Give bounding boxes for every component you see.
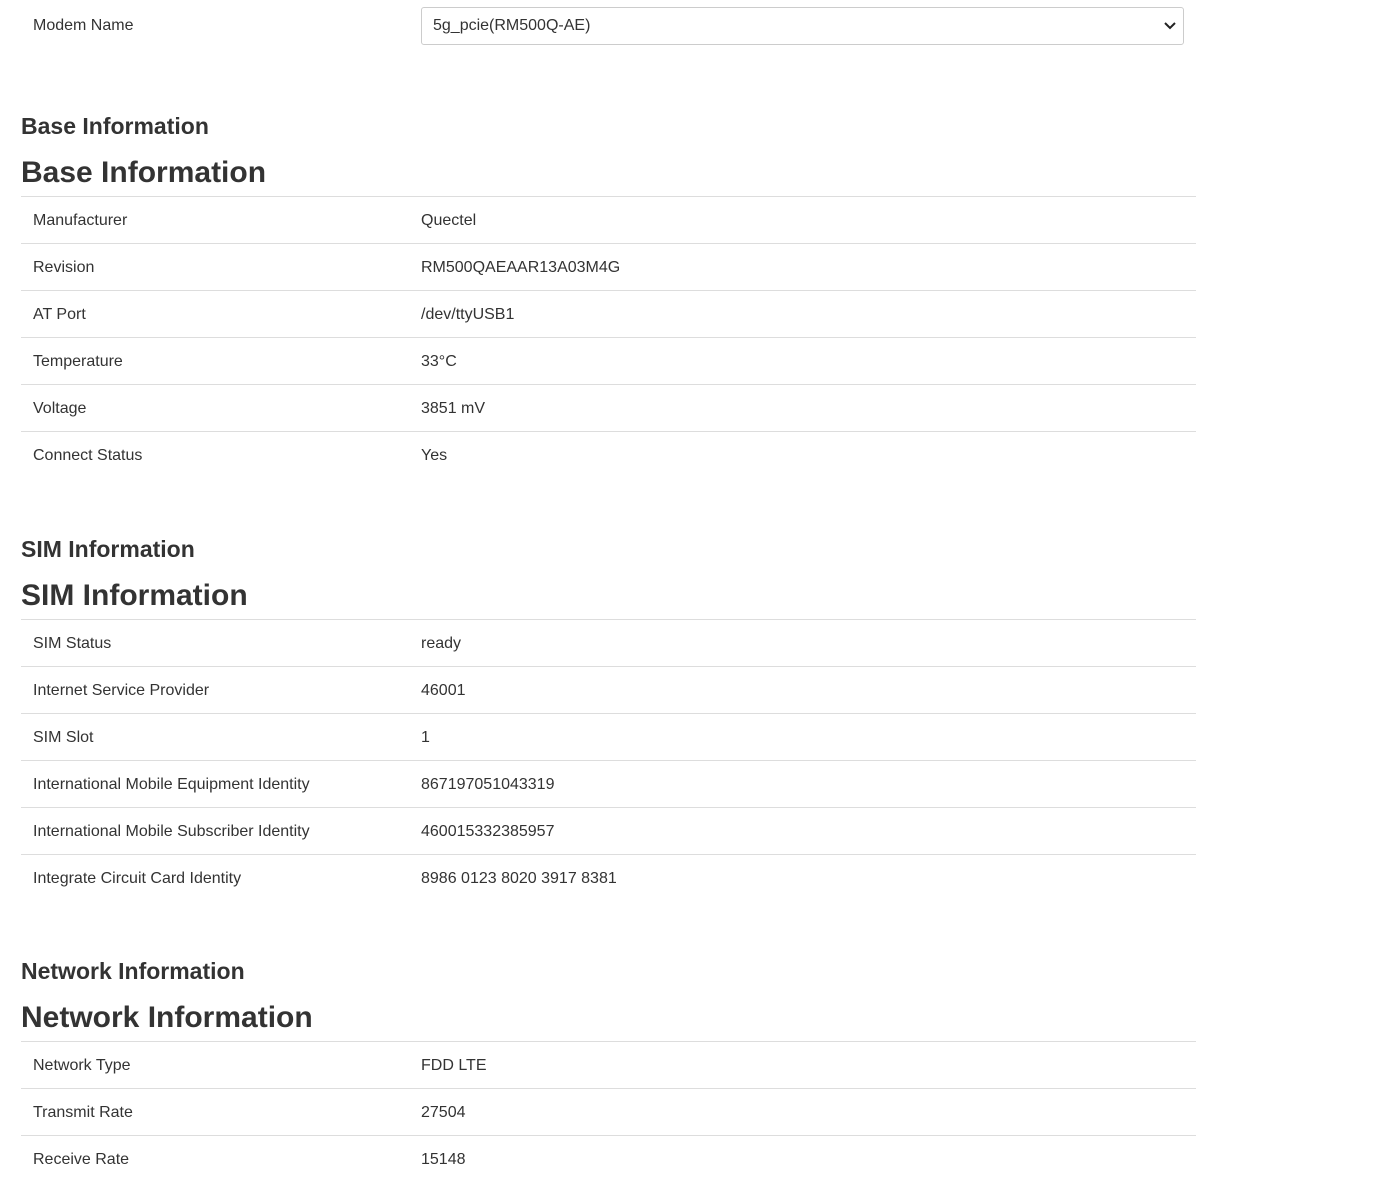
base-information-heading: Base Information [21, 113, 209, 139]
row-label: SIM Slot [33, 729, 94, 746]
table-row: International Mobile Equipment Identity … [21, 761, 1196, 808]
network-information-section: Network Information Network Information … [21, 957, 1196, 1187]
sim-information-title: SIM Information [21, 579, 248, 612]
sim-information-heading: SIM Information [21, 536, 195, 562]
table-row: SIM Status ready [21, 620, 1196, 667]
row-label: Receive Rate [33, 1151, 130, 1168]
table-row: International Mobile Subscriber Identity… [21, 808, 1196, 855]
row-value: Yes [421, 447, 448, 464]
row-label: International Mobile Subscriber Identity [33, 823, 310, 840]
row-label: Manufacturer [33, 212, 128, 229]
row-label: SIM Status [33, 635, 112, 652]
row-value: 8986 0123 8020 3917 8381 [421, 870, 617, 887]
row-label: Transmit Rate [33, 1104, 133, 1121]
row-value: Quectel [421, 212, 477, 229]
row-label: Integrate Circuit Card Identity [33, 870, 242, 887]
base-information-title: Base Information [21, 156, 267, 189]
row-label: AT Port [33, 306, 86, 323]
row-label: Internet Service Provider [33, 682, 210, 699]
table-row: Integrate Circuit Card Identity 8986 012… [21, 855, 1196, 902]
sim-information-table: SIM Status ready Internet Service Provid… [21, 619, 1196, 902]
row-value: FDD LTE [421, 1057, 487, 1074]
base-information-table: Manufacturer Quectel Revision RM500QAEAA… [21, 196, 1196, 479]
row-value: 867197051043319 [421, 776, 555, 793]
table-row: Transmit Rate 27504 [21, 1089, 1196, 1136]
row-value: 460015332385957 [421, 823, 555, 840]
modem-name-selected-value: 5g_pcie(RM500Q-AE) [433, 17, 591, 34]
table-row: Receive Rate 15148 [21, 1136, 1196, 1183]
table-row: Revision RM500QAEAAR13A03M4G [21, 244, 1196, 291]
row-value: /dev/ttyUSB1 [421, 306, 515, 323]
row-value: 33°C [421, 353, 457, 370]
table-row: Voltage 3851 mV [21, 385, 1196, 432]
table-row: Temperature 33°C [21, 338, 1196, 385]
table-row: Connect Status Yes [21, 432, 1196, 479]
table-row: Network Type FDD LTE [21, 1042, 1196, 1089]
network-information-table: Network Type FDD LTE Transmit Rate 27504… [21, 1041, 1196, 1183]
table-row: AT Port /dev/ttyUSB1 [21, 291, 1196, 338]
table-row: SIM Slot 1 [21, 714, 1196, 761]
row-value: 3851 mV [421, 400, 486, 417]
row-label: Voltage [33, 400, 87, 417]
modem-name-select[interactable]: 5g_pcie(RM500Q-AE) [421, 7, 1184, 45]
table-row: Manufacturer Quectel [21, 197, 1196, 244]
row-value: ready [421, 635, 462, 652]
modem-name-label: Modem Name [33, 17, 134, 34]
network-information-title: Network Information [21, 1001, 313, 1034]
row-label: Connect Status [33, 447, 143, 464]
row-value: RM500QAEAAR13A03M4G [421, 259, 621, 276]
row-value: 1 [421, 729, 430, 746]
row-value: 46001 [421, 682, 466, 699]
chevron-down-icon [1164, 22, 1176, 30]
modem-name-row: Modem Name 5g_pcie(RM500Q-AE) [21, 7, 1196, 45]
row-label: Revision [33, 259, 95, 276]
row-label: Temperature [33, 353, 123, 370]
table-row: Internet Service Provider 46001 [21, 667, 1196, 714]
sim-information-section: SIM Information SIM Information SIM Stat… [21, 535, 1196, 907]
network-information-heading: Network Information [21, 958, 245, 984]
row-value: 15148 [421, 1151, 466, 1168]
row-label: International Mobile Equipment Identity [33, 776, 310, 793]
row-label: Network Type [33, 1057, 131, 1074]
modem-info-page: Modem Name 5g_pcie(RM500Q-AE) Base Infor… [0, 0, 1388, 1197]
base-information-section: Base Information Base Information Manufa… [21, 112, 1196, 484]
row-value: 27504 [421, 1104, 466, 1121]
